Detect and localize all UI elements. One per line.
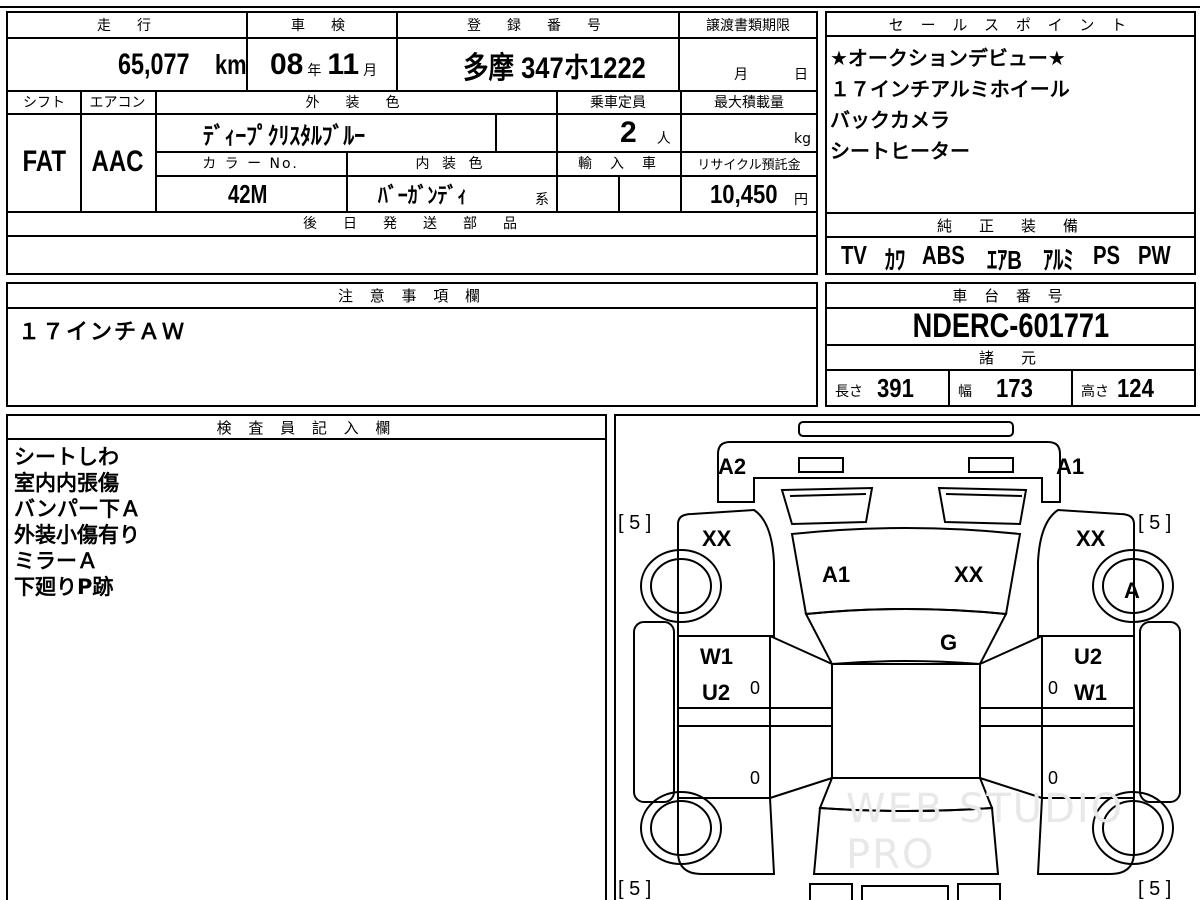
color-no-value: 42M — [228, 178, 268, 209]
capacity-value: 2 人 — [620, 116, 671, 149]
inspector-line: 外装小傷有り — [14, 523, 140, 547]
recycle-unit: 円 — [794, 192, 808, 208]
mileage-unit: km — [215, 49, 247, 80]
wheel-bracket-mark: [ 5 ] — [1138, 878, 1172, 900]
spec-width: 幅 173 — [950, 371, 1073, 405]
sales-point-line: シートヒーター — [830, 139, 970, 163]
spec-length: 長さ 391 — [827, 371, 950, 405]
mileage-label: 走 行 — [97, 18, 157, 34]
equipment-item: ｴｱB — [987, 245, 1023, 275]
equipment-item: ｶﾜ — [884, 245, 906, 275]
recycle-label: リサイクル預託金 — [697, 157, 801, 173]
damage-mark: U2 — [702, 680, 731, 705]
chassis-number: NDERC-601771 — [827, 307, 1194, 346]
sales-point-line: １７インチアルミホイール — [830, 77, 1070, 101]
later-parts-label: 後 日 発 送 部 品 — [303, 216, 523, 232]
capacity-label: 乗車定員 — [590, 94, 646, 111]
row-divider — [8, 37, 816, 39]
vehicle-info-table: 走 行 車 検 登 録 番 号 譲渡書類期限 65,077 km 08 年 11… — [6, 11, 818, 275]
shift-value: FAT — [22, 145, 66, 178]
inspector-notes: シートしわ 室内内張傷 バンパー下Ａ 外装小傷有り ミラーＡ 下廻りP跡 — [8, 440, 605, 600]
damage-mark: A2 — [718, 454, 747, 479]
sales-point-line: ★オークションデビュー★ — [830, 46, 1066, 70]
damage-mark: W1 — [1074, 680, 1107, 705]
wheel-bracket-mark: [ 5 ] — [1138, 512, 1172, 534]
damage-mark: 0 — [1048, 768, 1059, 788]
damage-mark: XX — [702, 526, 732, 551]
sales-point-line: バックカメラ — [830, 108, 950, 132]
transfer-deadline-label: 譲渡書類期限 — [706, 18, 790, 34]
chassis-title: 車 台 番 号 — [827, 284, 1194, 309]
equipment-item: ｱﾙﾐ — [1042, 245, 1074, 275]
equipment-title: 純 正 装 備 — [827, 214, 1194, 238]
equipment-panel: 純 正 装 備 TV ｶﾜ ABS ｴｱB ｱﾙﾐ PS PW — [825, 212, 1196, 275]
transfer-month-unit: 月 — [734, 67, 748, 83]
sales-points-list: ★オークションデビュー★ １７インチアルミホイール バックカメラ シートヒーター — [827, 37, 1194, 167]
damage-mark: U2 — [1074, 644, 1103, 669]
row-divider — [8, 235, 816, 237]
equipment-list: TV ｶﾜ ABS ｴｱB ｱﾙﾐ PS PW — [827, 238, 1194, 277]
damage-mark: A — [1124, 578, 1140, 603]
equipment-item: TV — [841, 240, 867, 270]
top-cutoff-strip — [0, 0, 1200, 8]
max-load-unit: kg — [794, 131, 811, 147]
damage-mark: W1 — [700, 644, 733, 669]
wheel-bracket-mark: [ 5 ] — [618, 512, 652, 534]
import-label: 輸 入 車 — [578, 156, 658, 172]
inspector-title: 検 査 員 記 入 欄 — [8, 416, 605, 440]
notes-panel: 注 意 事 項 欄 １７インチＡＷ — [6, 282, 818, 407]
shift-label: シフト — [23, 94, 65, 111]
equipment-item: ABS — [921, 240, 965, 270]
exterior-color-label: 外 装 色 — [305, 94, 406, 111]
registration-label: 登 録 番 号 — [467, 18, 607, 34]
inspector-panel: 検 査 員 記 入 欄 シートしわ 室内内張傷 バンパー下Ａ 外装小傷有り ミラ… — [6, 414, 607, 900]
damage-mark: XX — [1076, 526, 1106, 551]
watermark: WEB STUDIO PRO — [846, 786, 1125, 878]
inspector-line: 下廻りP跡 — [14, 575, 114, 599]
inspector-line: ミラーＡ — [14, 549, 98, 573]
damage-mark: G — [940, 630, 958, 655]
wheel-bracket-mark: [ 5 ] — [618, 878, 652, 900]
exterior-color-value: ﾃﾞｨｰﾌﾟｸﾘｽﾀﾙﾌﾞﾙｰ — [203, 122, 365, 150]
mileage-value: 65,077 — [118, 48, 190, 81]
interior-color-suffix: 系 — [535, 192, 549, 208]
specs-title: 諸 元 — [827, 346, 1194, 371]
notes-text: １７インチＡＷ — [18, 320, 187, 345]
damage-mark: 0 — [750, 678, 761, 698]
equipment-item: PW — [1138, 240, 1171, 270]
sales-points-panel: セ ー ル ス ポ イ ン ト ★オークションデビュー★ １７インチアルミホイー… — [825, 11, 1196, 214]
notes-title: 注 意 事 項 欄 — [8, 284, 816, 309]
interior-color-label: 内 装 色 — [415, 156, 487, 172]
specs-row: 長さ 391 幅 173 高さ 124 — [827, 371, 1194, 405]
registration-value: 多摩 347ホ1222 — [463, 52, 646, 85]
inspection-date: 08 年 11 月 — [270, 48, 378, 81]
aircon-label: エアコン — [89, 94, 146, 111]
transfer-day-unit: 日 — [794, 67, 808, 83]
inspector-line: 室内内張傷 — [14, 471, 119, 495]
spec-height: 高さ 124 — [1081, 372, 1154, 403]
recycle-value: 10,450 — [710, 178, 778, 209]
inspector-line: バンパー下Ａ — [14, 497, 142, 521]
damage-mark: A1 — [822, 562, 851, 587]
sales-points-title: セ ー ル ス ポ イ ン ト — [827, 13, 1194, 37]
inspector-line: シートしわ — [14, 445, 119, 469]
car-damage-diagram: WEB STUDIO PRO A2 A1 [ 5 ] [ 5 ] [ 5 ] [… — [614, 414, 1200, 900]
damage-mark: A1 — [1056, 454, 1085, 479]
chassis-panel: 車 台 番 号 NDERC-601771 諸 元 長さ 391 幅 173 高さ… — [825, 282, 1196, 407]
aircon-value: AAC — [91, 145, 144, 178]
damage-mark: 0 — [1048, 678, 1059, 698]
max-load-label: 最大積載量 — [714, 94, 784, 111]
interior-color-value: ﾊﾞｰｶﾞﾝﾃﾞｨ — [378, 183, 468, 208]
damage-mark: XX — [954, 562, 984, 587]
color-no-label: カ ラ ー No. — [202, 156, 299, 172]
damage-mark: 0 — [750, 768, 761, 788]
inspection-label: 車 検 — [291, 18, 351, 34]
equipment-item: PS — [1092, 240, 1120, 270]
